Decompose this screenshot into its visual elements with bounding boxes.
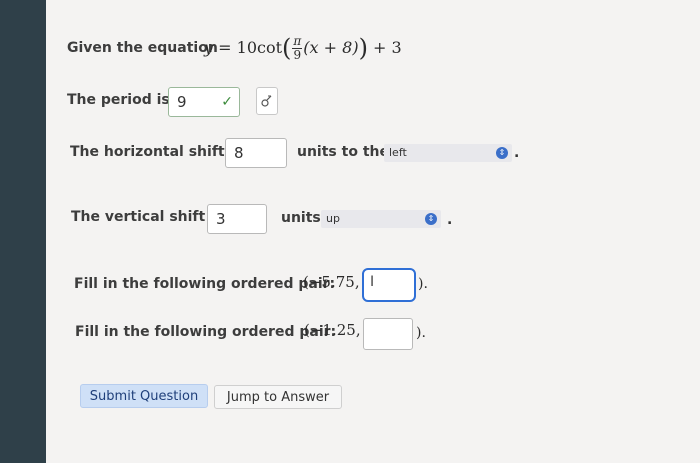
horizontal-direction-value: left bbox=[389, 146, 407, 159]
horizontal-label: The horizontal shift is bbox=[70, 144, 243, 160]
vertical-label: The vertical shift is bbox=[71, 209, 224, 225]
pair1-close: ). bbox=[418, 276, 428, 292]
text-cursor-icon: I bbox=[370, 274, 375, 290]
vertical-value: 3 bbox=[216, 210, 226, 228]
equation-fraction: π9 bbox=[292, 34, 303, 62]
sigma-symbol-icon bbox=[261, 95, 272, 107]
horizontal-units-label: units to the bbox=[297, 144, 389, 160]
sigma-symbol-button[interactable] bbox=[256, 87, 278, 115]
equation-open-paren: ( bbox=[282, 34, 292, 62]
equation-func: cot bbox=[257, 38, 283, 57]
equation-tail: + 3 bbox=[373, 38, 402, 57]
submit-question-button[interactable]: Submit Question bbox=[80, 384, 208, 408]
equation-y: y bbox=[204, 38, 214, 57]
pair2-label: Fill in the following ordered pair: bbox=[75, 324, 337, 340]
pair2-close: ). bbox=[416, 325, 426, 341]
pair2-y-input[interactable] bbox=[363, 318, 413, 350]
vertical-direction-value: up bbox=[326, 212, 340, 225]
pair2-x-value: −1.25, bbox=[309, 321, 361, 339]
equation-intro: Given the equation bbox=[67, 40, 218, 56]
period-label: The period is: bbox=[67, 92, 176, 108]
equation-close-paren: ) bbox=[358, 34, 368, 62]
horizontal-direction-select[interactable]: left ⇕ bbox=[384, 144, 512, 162]
equation-inner: (x + 8) bbox=[303, 38, 359, 57]
fraction-numerator: π bbox=[292, 34, 303, 49]
pair1-x-value: −5.75, bbox=[308, 273, 360, 291]
left-border bbox=[0, 0, 46, 463]
chevron-updown-icon: ⇕ bbox=[425, 213, 437, 225]
vertical-period: . bbox=[447, 212, 453, 228]
horizontal-input[interactable]: 8 bbox=[225, 138, 287, 168]
fraction-denominator: 9 bbox=[293, 48, 302, 62]
horizontal-value: 8 bbox=[234, 144, 244, 162]
jump-to-answer-button[interactable]: Jump to Answer bbox=[214, 385, 342, 409]
checkmark-icon: ✓ bbox=[221, 94, 233, 110]
equation-coef: 10 bbox=[236, 38, 257, 57]
horizontal-period: . bbox=[514, 145, 520, 161]
period-value: 9 bbox=[177, 93, 187, 111]
chevron-updown-icon: ⇕ bbox=[496, 147, 508, 159]
vertical-direction-select[interactable]: up ⇕ bbox=[321, 210, 441, 228]
vertical-units-label: units bbox=[281, 210, 321, 226]
equation-formula: y = 10cot(π 9 (x + 8)) + 3 bbox=[204, 34, 402, 62]
pair2-x: (−1.25, bbox=[304, 321, 361, 339]
vertical-input[interactable]: 3 bbox=[207, 204, 267, 234]
pair1-y-input[interactable]: I bbox=[362, 268, 416, 302]
period-input[interactable]: 9 ✓ bbox=[168, 87, 240, 117]
equation-equals: = bbox=[218, 38, 232, 57]
pair1-label: Fill in the following ordered pair: bbox=[74, 276, 336, 292]
pair1-x: (−5.75, bbox=[303, 273, 360, 291]
